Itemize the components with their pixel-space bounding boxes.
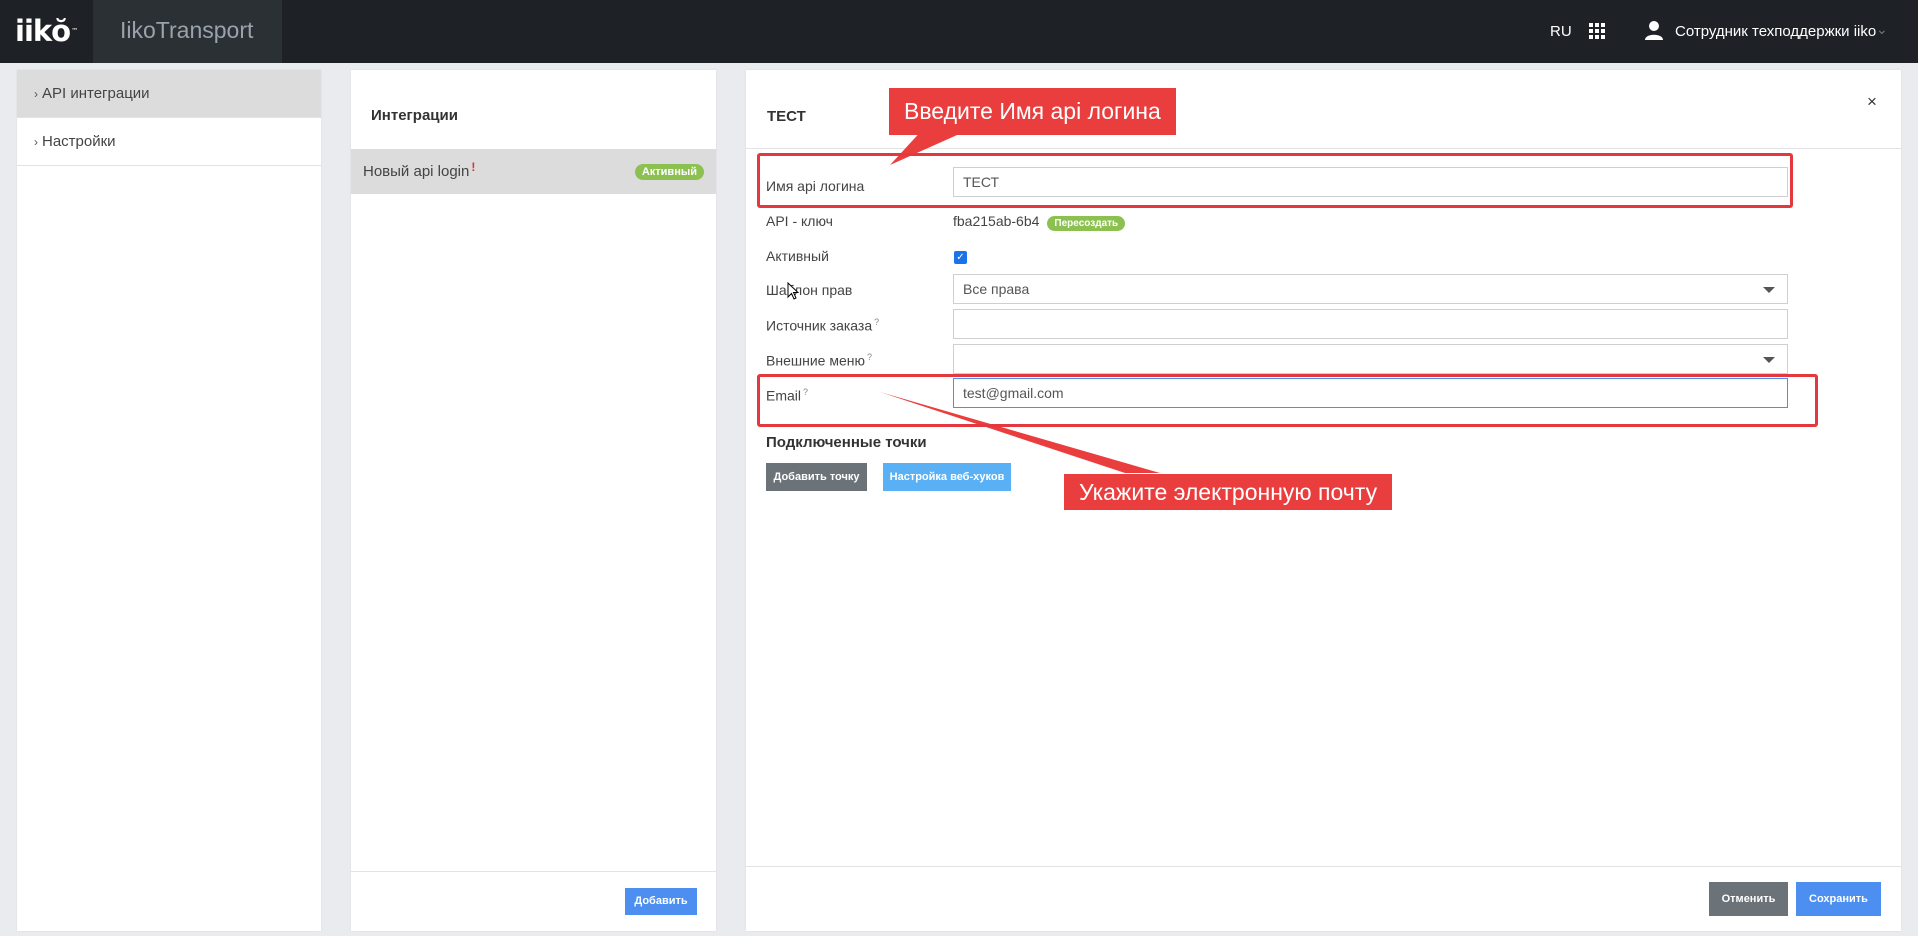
chevron-right-icon: › [34,135,38,149]
integrations-panel: Интеграции Новый api login! Активный Доб… [351,70,716,931]
help-icon[interactable]: ? [874,317,879,327]
warning-mark: ! [471,160,476,174]
callout-email: Укажите электронную почту [1064,474,1393,510]
list-item[interactable]: Новый api login! Активный [351,149,716,194]
help-icon[interactable]: ? [867,352,872,362]
callout-login: Введите Имя api логина [889,88,1176,135]
logo-text: iikŏ [15,14,71,48]
detail-title: ТЕСТ [767,108,806,125]
logo-tm: ™ [71,27,78,35]
language-switcher[interactable]: RU [1550,23,1572,40]
connected-points-title: Подключенные точки [766,434,927,451]
integration-name: Новый api login [363,163,470,180]
rights-template-label: Шаблон прав [766,282,853,298]
caret-down-icon [1763,287,1775,293]
order-source-label: Источник заказа? [766,317,879,334]
apps-grid-icon[interactable] [1589,23,1606,40]
app-name-tab[interactable]: IikoTransport [93,0,282,63]
caret-down-icon [1763,357,1775,363]
highlight-login-field [757,153,1793,208]
user-icon[interactable] [1645,20,1663,40]
add-integration-button[interactable]: Добавить [625,888,697,915]
sidebar: › API интеграции › Настройки [17,70,321,931]
api-key-value: fba215ab-6b4 [953,213,1040,229]
rights-template-select[interactable]: Все права [953,274,1788,304]
external-menu-label-text: Внешние меню [766,352,865,369]
mouse-cursor-icon [787,282,799,300]
status-badge: Активный [634,164,704,180]
chevron-right-icon: › [34,87,38,101]
webhooks-settings-button[interactable]: Настройка веб-хуков [883,463,1011,491]
api-key-value-row: fba215ab-6b4 Пересоздать [953,213,1126,231]
user-name[interactable]: Сотрудник техподдержки iiko [1675,23,1876,40]
detail-footer-divider [746,866,1901,867]
close-icon[interactable]: × [1867,92,1877,112]
sidebar-item-api-integrations[interactable]: › API интеграции [17,70,321,118]
rights-template-value: Все права [963,281,1030,297]
detail-divider [746,148,1901,149]
order-source-label-text: Источник заказа [766,317,873,334]
integrations-title: Интеграции [371,107,458,124]
save-button[interactable]: Сохранить [1796,882,1881,916]
highlight-email-field [757,374,1818,427]
chevron-down-icon[interactable]: ⌄ [1876,21,1888,38]
active-label: Активный [766,248,829,264]
regenerate-button[interactable]: Пересоздать [1047,216,1126,231]
external-menu-label: Внешние меню? [766,352,872,369]
top-bar: iikŏ™ IikoTransport RU Сотрудник техподд… [0,0,1918,63]
api-key-label: API - ключ [766,213,833,229]
external-menu-select[interactable] [953,344,1788,374]
iiko-logo[interactable]: iikŏ™ [15,14,78,48]
cancel-button[interactable]: Отменить [1709,882,1788,916]
list-footer-divider [351,871,716,872]
add-point-button[interactable]: Добавить точку [766,463,867,491]
sidebar-item-settings[interactable]: › Настройки [17,118,321,166]
sidebar-item-label: Настройки [42,133,116,150]
active-checkbox[interactable]: ✓ [954,251,967,264]
order-source-input[interactable] [953,309,1788,339]
sidebar-item-label: API интеграции [42,85,150,102]
